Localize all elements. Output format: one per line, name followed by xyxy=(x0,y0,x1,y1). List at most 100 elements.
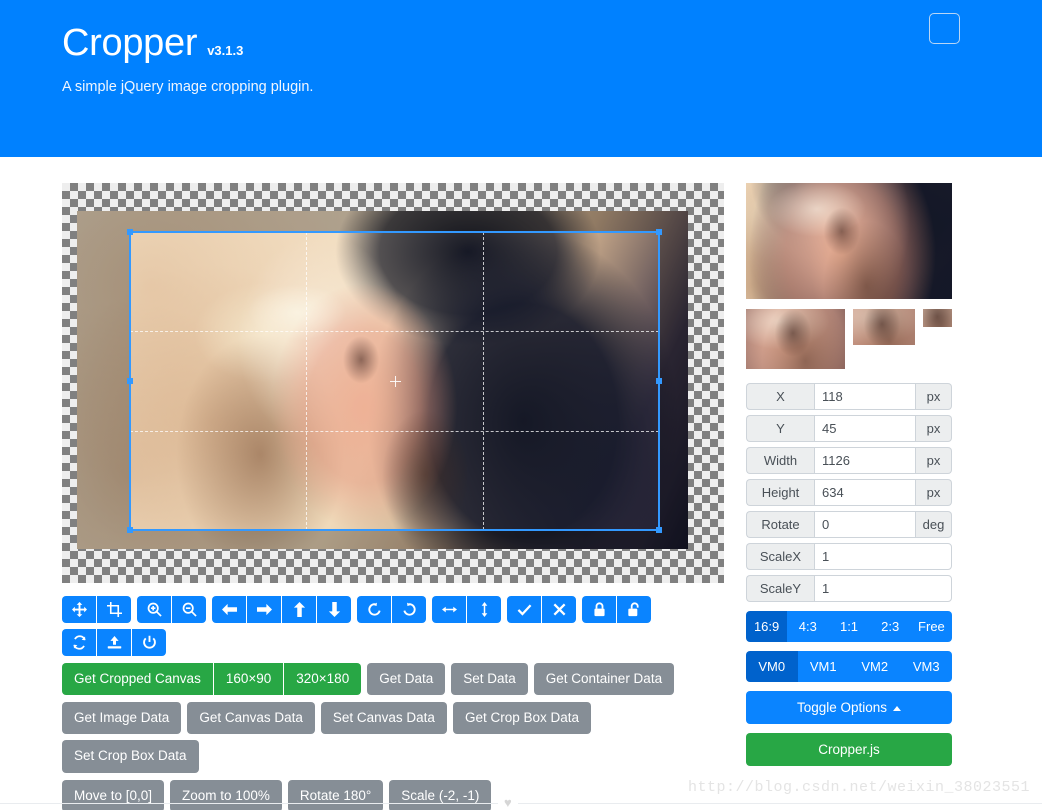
flip-vertical-icon xyxy=(481,602,487,617)
get-cropped-canvas-button[interactable]: Get Cropped Canvas xyxy=(62,663,213,696)
preview-large xyxy=(746,183,952,299)
rotate-left-icon-button[interactable] xyxy=(357,596,391,623)
flip-horizontal-icon-button[interactable] xyxy=(432,596,466,623)
arrow-down-icon xyxy=(328,602,340,617)
field-y-input[interactable] xyxy=(814,415,916,442)
move-to-origin-button[interactable]: Move to [0,0] xyxy=(62,779,165,810)
cropper-js-button[interactable]: Cropper.js xyxy=(746,733,952,766)
upload-icon xyxy=(107,635,121,649)
crop-handle-west[interactable] xyxy=(127,378,133,384)
zoom-out-icon xyxy=(182,602,197,617)
unlock-icon xyxy=(627,602,639,617)
crop-handle-southwest[interactable] xyxy=(127,527,133,533)
field-scale-x-input[interactable] xyxy=(814,543,952,570)
rotate-right-icon-button[interactable] xyxy=(392,596,426,623)
set-canvas-data-button[interactable]: Set Canvas Data xyxy=(320,702,447,735)
scale-button[interactable]: Scale (-2, -1) xyxy=(389,779,492,810)
aspect-ratio-16-9[interactable]: 16:9 xyxy=(746,611,788,642)
view-mode-1[interactable]: VM1 xyxy=(797,651,849,682)
close-icon-button[interactable] xyxy=(542,596,576,623)
flip-vertical-icon-button[interactable] xyxy=(467,596,501,623)
get-crop-box-data-button[interactable]: Get Crop Box Data xyxy=(452,702,591,735)
action-row-2: Get Image Data Get Canvas Data Set Canva… xyxy=(62,702,724,773)
aspect-ratio-4-3[interactable]: 4:3 xyxy=(787,611,829,642)
zoom-in-icon-button[interactable] xyxy=(137,596,171,623)
crop-handle-northeast[interactable] xyxy=(656,229,662,235)
crop-handle-southeast[interactable] xyxy=(656,527,662,533)
github-star-button[interactable] xyxy=(929,13,960,44)
preview-thumb-2-photo xyxy=(853,309,915,345)
cropper-canvas-container[interactable] xyxy=(62,183,724,583)
toolbar-group-move xyxy=(212,596,351,623)
field-scale-y: ScaleY xyxy=(746,575,952,602)
view-mode-0[interactable]: VM0 xyxy=(746,651,798,682)
toolbar-group-zoom xyxy=(137,596,206,623)
cropped-canvas-320x180-button[interactable]: 320×180 xyxy=(284,663,362,696)
get-data-button[interactable]: Get Data xyxy=(367,663,446,696)
cropped-canvas-160x90-button[interactable]: 160×90 xyxy=(213,663,284,696)
zoom-in-icon xyxy=(147,602,162,617)
rotate-180-button[interactable]: Rotate 180° xyxy=(287,779,384,810)
lock-icon-button[interactable] xyxy=(582,596,616,623)
field-rotate-unit: deg xyxy=(916,511,952,538)
get-container-data-button[interactable]: Get Container Data xyxy=(533,663,675,696)
header-content: Cropper v3.1.3 A simple jQuery image cro… xyxy=(62,22,314,95)
zoom-out-icon-button[interactable] xyxy=(172,596,206,623)
aspect-ratio-2-3[interactable]: 2:3 xyxy=(869,611,911,642)
view-mode-2[interactable]: VM2 xyxy=(849,651,901,682)
close-icon xyxy=(553,603,565,616)
set-crop-box-data-button[interactable]: Set Crop Box Data xyxy=(62,740,199,773)
field-scale-y-input[interactable] xyxy=(814,575,952,602)
sidebar: X px Y px Width px Height px Rotate xyxy=(746,183,953,766)
watermark: http://blog.csdn.net/weixin_38023551 xyxy=(687,779,1030,796)
get-canvas-data-button[interactable]: Get Canvas Data xyxy=(187,702,315,735)
zoom-to-100-button[interactable]: Zoom to 100% xyxy=(170,779,282,810)
unlock-icon-button[interactable] xyxy=(617,596,651,623)
crop-edge-north[interactable] xyxy=(130,232,659,233)
field-height-input[interactable] xyxy=(814,479,916,506)
field-y-unit: px xyxy=(916,415,952,442)
toggle-options-label: Toggle Options xyxy=(796,700,888,715)
flip-horizontal-icon xyxy=(441,606,457,613)
brand: Cropper v3.1.3 xyxy=(62,22,313,65)
arrow-right-icon-button[interactable] xyxy=(247,596,281,623)
crop-box[interactable] xyxy=(127,229,662,533)
field-rotate-input[interactable] xyxy=(814,511,916,538)
field-width-label: Width xyxy=(746,447,814,474)
crop-handle-east[interactable] xyxy=(656,378,662,384)
heart-icon: ♥ xyxy=(498,795,518,810)
action-row-1: Get Cropped Canvas 160×90 320×180 Get Da… xyxy=(62,663,724,696)
aspect-ratio-free[interactable]: Free xyxy=(910,611,952,642)
arrow-left-icon-button[interactable] xyxy=(212,596,246,623)
view-mode-group: VM0 VM1 VM2 VM3 xyxy=(746,651,952,682)
preview-thumb-2 xyxy=(853,309,915,345)
upload-icon-button[interactable] xyxy=(97,629,131,656)
field-width-input[interactable] xyxy=(814,447,916,474)
crop-handle-northwest[interactable] xyxy=(127,229,133,235)
crop-icon-button[interactable] xyxy=(97,596,131,623)
rotate-left-icon xyxy=(367,602,381,616)
cropped-canvas-group: Get Cropped Canvas 160×90 320×180 xyxy=(62,663,362,696)
field-x: X px xyxy=(746,383,952,410)
preview-thumb-3-photo xyxy=(922,309,953,327)
move-icon-button[interactable] xyxy=(62,596,96,623)
check-icon xyxy=(517,604,531,616)
toggle-options-button[interactable]: Toggle Options xyxy=(746,691,952,724)
tagline: A simple jQuery image cropping plugin. xyxy=(62,78,314,95)
arrow-up-icon-button[interactable] xyxy=(282,596,316,623)
refresh-icon-button[interactable] xyxy=(62,629,96,656)
get-image-data-button[interactable]: Get Image Data xyxy=(62,702,182,735)
power-icon xyxy=(142,635,156,649)
refresh-icon xyxy=(72,635,86,650)
field-x-input[interactable] xyxy=(814,383,916,410)
crop-edge-south[interactable] xyxy=(130,529,659,530)
aspect-ratio-1-1[interactable]: 1:1 xyxy=(828,611,870,642)
toolbar-group-confirm xyxy=(507,596,576,623)
view-mode-3[interactable]: VM3 xyxy=(900,651,952,682)
power-icon-button[interactable] xyxy=(132,629,166,656)
check-icon-button[interactable] xyxy=(507,596,541,623)
set-data-button[interactable]: Set Data xyxy=(451,663,528,696)
arrow-down-icon-button[interactable] xyxy=(317,596,351,623)
field-y: Y px xyxy=(746,415,952,442)
toolbar-group-flip xyxy=(432,596,501,623)
